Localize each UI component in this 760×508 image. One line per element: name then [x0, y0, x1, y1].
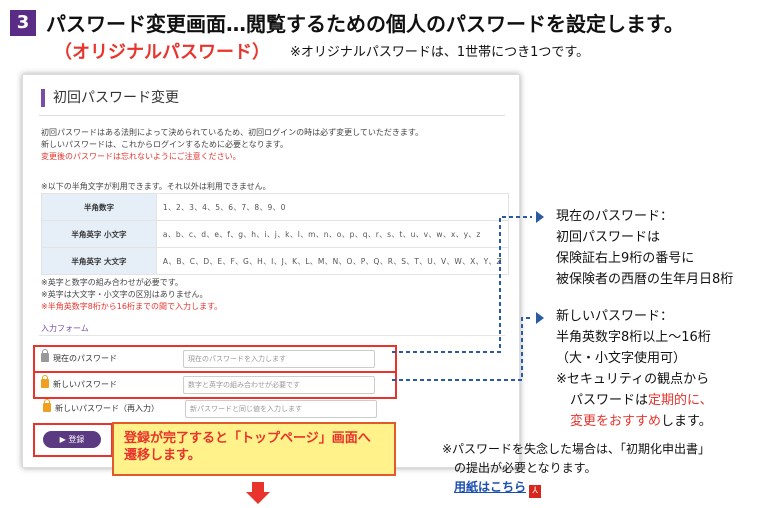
current-annotation-line: 被保険者の西暦の生年月日8桁 — [556, 272, 734, 287]
arrow-icon — [536, 211, 544, 223]
callout-line-1: 登録が完了すると「トップページ」画面へ — [124, 431, 371, 446]
new-annotation-line: 半角英数字8桁以上～16桁 — [556, 330, 711, 345]
down-arrow-icon — [252, 482, 264, 492]
callout-line-2: 遷移します。 — [124, 448, 201, 463]
form-download-link[interactable]: 用紙はこちら — [454, 480, 526, 494]
current-annotation-line: 初回パスワードは — [556, 230, 661, 245]
new-connector — [392, 317, 532, 381]
current-annotation-heading: 現在のパスワード： — [556, 209, 674, 224]
new-annotation-heading: 新しいパスワード： — [556, 309, 674, 324]
new-annotation-line: ※セキュリティの観点から — [556, 372, 710, 387]
form-link-wrap: 用紙はこちら ⅄ — [442, 478, 710, 498]
arrow-icon — [536, 312, 544, 324]
current-connector — [392, 216, 532, 353]
new-annotation-line: 変更をおすすめします。 — [570, 414, 712, 429]
current-annotation-line: 保険証右上9桁の番号に — [556, 251, 695, 266]
new-annotation-line: パスワードは定期的に、 — [570, 393, 713, 408]
new-annotation: 新しいパスワード： 半角英数字8桁以上～16桁 （大・小文字使用可） ※セキュリ… — [556, 306, 713, 432]
new-annotation-line: （大・小文字使用可） — [556, 351, 687, 366]
down-arrow-head-icon — [246, 492, 270, 504]
completion-callout: 登録が完了すると「トップページ」画面へ 遷移します。 — [112, 422, 396, 476]
current-annotation: 現在のパスワード： 初回パスワードは 保険証右上9桁の番号に 被保険者の西暦の生… — [556, 206, 733, 290]
forgotten-password-note: ※パスワードを失念した場合は、「初期化申出書」 の提出が必要となります。 用紙は… — [442, 440, 710, 498]
note-line-2: の提出が必要となります。 — [454, 461, 597, 475]
note-line-1: ※パスワードを失念した場合は、「初期化申出書」 — [442, 442, 711, 456]
pdf-icon[interactable]: ⅄ — [529, 485, 542, 498]
